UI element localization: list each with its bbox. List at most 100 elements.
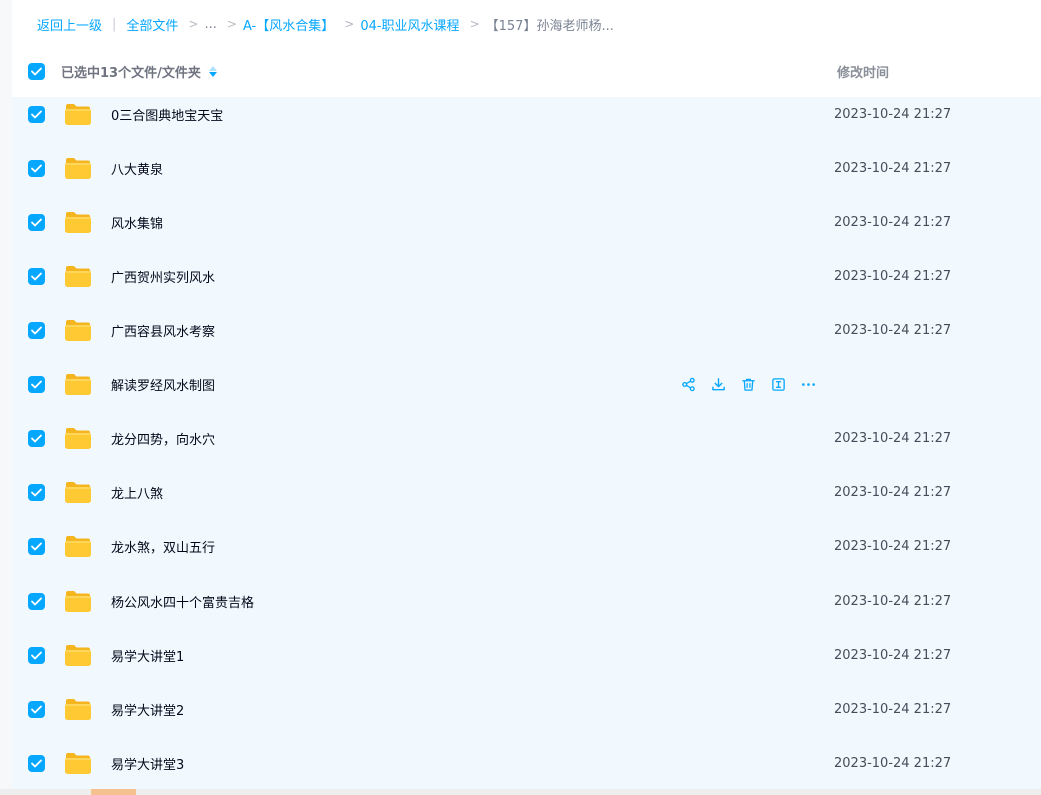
- breadcrumb-level2[interactable]: 04-职业风水课程: [360, 15, 459, 34]
- file-name[interactable]: 风水集锦: [111, 213, 163, 232]
- file-name[interactable]: 广西贺州实列风水: [111, 267, 215, 286]
- file-row[interactable]: 易学大讲堂3 2023-10-24 21:27: [12, 736, 1041, 790]
- checkmark-icon: [31, 164, 42, 172]
- folder-icon: [65, 428, 91, 449]
- breadcrumb-ellipsis[interactable]: ...: [204, 17, 216, 32]
- left-panel-edge: [0, 0, 12, 795]
- select-all-checkbox[interactable]: [28, 62, 45, 80]
- folder-icon: [65, 104, 91, 125]
- breadcrumb: 返回上一级 | 全部文件 > ... > A-【风水合集】 > 04-职业风水课…: [37, 14, 614, 34]
- column-header-modified-time[interactable]: 修改时间: [837, 62, 889, 81]
- file-name[interactable]: 八大黄泉: [111, 159, 163, 178]
- row-checkbox[interactable]: [28, 375, 45, 393]
- folder-icon: [65, 158, 91, 179]
- folder-icon-wrapper: [64, 210, 92, 234]
- file-row[interactable]: 龙上八煞 2023-10-24 21:27: [12, 465, 1041, 519]
- row-checkbox[interactable]: [28, 105, 45, 123]
- file-name[interactable]: 易学大讲堂1: [111, 646, 184, 665]
- back-link[interactable]: 返回上一级: [37, 15, 102, 34]
- folder-icon: [65, 591, 91, 612]
- checkmark-icon: [31, 542, 42, 550]
- scrollbar-thumb[interactable]: [91, 789, 136, 795]
- folder-icon: [65, 482, 91, 503]
- row-checkbox[interactable]: [28, 483, 45, 501]
- file-name[interactable]: 解读罗经风水制图: [111, 375, 215, 394]
- list-header: 已选中13个文件/文件夹 修改时间: [12, 50, 1041, 92]
- file-row[interactable]: 解读罗经风水制图: [12, 357, 1041, 411]
- more-icon: [801, 377, 816, 392]
- folder-icon: [65, 320, 91, 341]
- checkmark-icon: [31, 326, 42, 334]
- row-checkbox[interactable]: [28, 429, 45, 447]
- file-row[interactable]: 八大黄泉 2023-10-24 21:27: [12, 141, 1041, 195]
- folder-icon: [65, 536, 91, 557]
- file-name[interactable]: 易学大讲堂3: [111, 754, 184, 773]
- row-checkbox[interactable]: [28, 213, 45, 231]
- modified-time: 2023-10-24 21:27: [834, 214, 952, 230]
- row-checkbox[interactable]: [28, 537, 45, 555]
- modified-time: 2023-10-24 21:27: [834, 484, 952, 500]
- file-name[interactable]: 广西容县风水考察: [111, 321, 215, 340]
- trash-icon: [741, 377, 756, 392]
- folder-icon: [65, 266, 91, 287]
- delete-button[interactable]: [740, 376, 756, 392]
- checkmark-icon: [31, 434, 42, 442]
- chevron-right-icon: >: [226, 17, 237, 31]
- row-checkbox[interactable]: [28, 321, 45, 339]
- rename-button[interactable]: [770, 376, 786, 392]
- folder-icon: [65, 699, 91, 720]
- checkmark-icon: [31, 705, 42, 713]
- file-row[interactable]: 0三合图典地宝天宝 2023-10-24 21:27: [12, 87, 1041, 141]
- file-row[interactable]: 龙水煞，双山五行 2023-10-24 21:27: [12, 519, 1041, 573]
- file-name[interactable]: 龙水煞，双山五行: [111, 537, 215, 556]
- folder-icon-wrapper: [64, 156, 92, 180]
- folder-icon: [65, 645, 91, 666]
- checkmark-icon: [31, 110, 42, 118]
- modified-time: 2023-10-24 21:27: [834, 755, 952, 771]
- download-button[interactable]: [710, 376, 726, 392]
- file-list: 0三合图典地宝天宝 2023-10-24 21:27 八大黄泉 2023-10-24 …: [12, 97, 1041, 789]
- checkmark-icon: [31, 218, 42, 226]
- file-name[interactable]: 0三合图典地宝天宝: [111, 105, 223, 124]
- file-row[interactable]: 广西容县风水考察 2023-10-24 21:27: [12, 303, 1041, 357]
- row-checkbox[interactable]: [28, 646, 45, 664]
- modified-time: 2023-10-24 21:27: [834, 106, 952, 122]
- file-name[interactable]: 龙上八煞: [111, 483, 163, 502]
- row-checkbox[interactable]: [28, 267, 45, 285]
- row-checkbox[interactable]: [28, 159, 45, 177]
- file-row[interactable]: 易学大讲堂2 2023-10-24 21:27: [12, 682, 1041, 736]
- breadcrumb-level1[interactable]: A-【风水合集】: [243, 15, 334, 34]
- file-row[interactable]: 杨公风水四十个富贵吉格 2023-10-24 21:27: [12, 574, 1041, 628]
- file-row[interactable]: 广西贺州实列风水 2023-10-24 21:27: [12, 249, 1041, 303]
- horizontal-scrollbar[interactable]: [0, 789, 1041, 795]
- checkmark-icon: [31, 67, 42, 75]
- row-checkbox[interactable]: [28, 592, 45, 610]
- download-icon: [711, 377, 726, 392]
- share-button[interactable]: [680, 376, 696, 392]
- folder-icon: [65, 753, 91, 774]
- sort-icon[interactable]: [208, 65, 217, 77]
- rename-icon: [771, 377, 786, 392]
- file-row[interactable]: 风水集锦 2023-10-24 21:27: [12, 195, 1041, 249]
- row-checkbox[interactable]: [28, 700, 45, 718]
- checkmark-icon: [31, 272, 42, 280]
- file-browser: 返回上一级 | 全部文件 > ... > A-【风水合集】 > 04-职业风水课…: [0, 0, 1041, 795]
- file-name[interactable]: 易学大讲堂2: [111, 700, 184, 719]
- breadcrumb-current: 【157】孙海老师杨...: [485, 18, 614, 34]
- checkmark-icon: [31, 597, 42, 605]
- file-name[interactable]: 杨公风水四十个富贵吉格: [111, 592, 254, 611]
- folder-icon: [65, 374, 91, 395]
- modified-time: 2023-10-24 21:27: [834, 160, 952, 176]
- breadcrumb-root[interactable]: 全部文件: [126, 15, 178, 34]
- file-row[interactable]: 龙分四势，向水穴 2023-10-24 21:27: [12, 411, 1041, 465]
- folder-icon-wrapper: [64, 643, 92, 667]
- file-row[interactable]: 易学大讲堂1 2023-10-24 21:27: [12, 628, 1041, 682]
- row-checkbox[interactable]: [28, 754, 45, 772]
- more-button[interactable]: [800, 376, 816, 392]
- chevron-right-icon: >: [344, 17, 355, 31]
- selection-count[interactable]: 已选中13个文件/文件夹: [61, 62, 217, 81]
- modified-time: 2023-10-24 21:27: [834, 268, 952, 284]
- checkmark-icon: [31, 651, 42, 659]
- file-name[interactable]: 龙分四势，向水穴: [111, 429, 215, 448]
- chevron-right-icon: >: [188, 17, 199, 31]
